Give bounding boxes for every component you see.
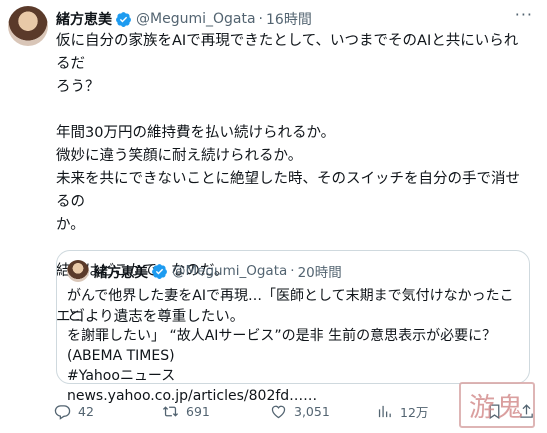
quote-author-handle: @Megumi_Ogata xyxy=(172,263,288,279)
quote-text: がんで他界した妻をAIで再現…「医師として末期まで気付けなかったこと を謝罪した… xyxy=(67,288,514,404)
verified-badge-icon xyxy=(115,11,132,28)
retweet-icon xyxy=(162,405,179,417)
watermark-stamp: 游鬼 xyxy=(459,382,535,428)
quote-avatar xyxy=(67,260,89,282)
like-count: 3,051 xyxy=(294,403,330,419)
author-handle[interactable]: @Megumi_Ogata xyxy=(136,11,256,27)
separator-dot: · xyxy=(258,11,263,27)
retweet-button[interactable]: 691 xyxy=(162,403,210,420)
like-icon xyxy=(271,405,286,418)
quote-body: がんで他界した妻をAIで再現…「医師として末期まで気付けなかったこと を謝罪した… xyxy=(67,286,522,406)
tweet[interactable]: 緒方恵美 @Megumi_Ogata · 16時間 ··· 仮に自分の家族をAI… xyxy=(0,0,547,433)
reply-count: 42 xyxy=(78,403,94,419)
tweet-paragraph-2: 年間30万円の維持費を払い続けられるか。 微妙に違う笑顔に耐え続けられるか。 未… xyxy=(56,125,520,233)
views-icon xyxy=(378,405,391,417)
quote-header: 緒方恵美 @Megumi_Ogata · 20時間 xyxy=(94,261,342,281)
quoted-tweet[interactable]: 緒方恵美 @Megumi_Ogata · 20時間 がんで他界した妻をAIで再現… xyxy=(56,250,530,404)
retweet-count: 691 xyxy=(186,403,210,419)
author-name[interactable]: 緒方恵美 xyxy=(56,9,112,29)
separator-dot: · xyxy=(290,263,295,279)
quote-timestamp: 20時間 xyxy=(297,265,342,281)
quote-author-name: 緒方恵美 xyxy=(94,265,148,281)
watermark-text: 游鬼 xyxy=(468,392,525,423)
tweet-header: 緒方恵美 @Megumi_Ogata · 16時間 xyxy=(56,8,539,30)
reply-icon xyxy=(54,404,71,420)
like-button[interactable]: 3,051 xyxy=(270,403,330,420)
verified-badge-icon xyxy=(151,263,168,280)
reply-button[interactable]: 42 xyxy=(54,403,94,420)
views-button[interactable]: 12万 xyxy=(376,402,428,421)
tweet-paragraph-1: 仮に自分の家族をAIで再現できたとして、いつまでそのAIと共にいられるだ ろう？ xyxy=(56,33,519,95)
more-icon[interactable]: ··· xyxy=(515,7,533,23)
avatar[interactable] xyxy=(8,6,48,46)
timestamp[interactable]: 16時間 xyxy=(266,9,312,29)
views-count: 12万 xyxy=(400,404,429,420)
